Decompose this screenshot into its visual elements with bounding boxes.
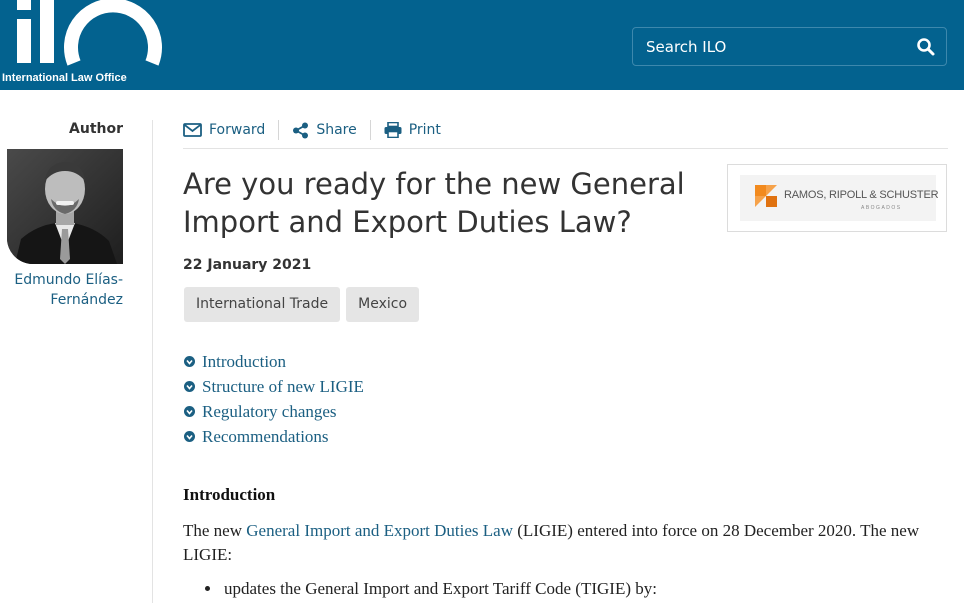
bullet-dot xyxy=(205,586,210,591)
author-photo xyxy=(7,149,123,264)
toc-item-structure[interactable]: Structure of new LIGIE xyxy=(184,374,364,399)
print-label: Print xyxy=(408,122,441,138)
sidebar-divider xyxy=(152,120,153,603)
search-box xyxy=(632,27,947,66)
tag-list: International Trade Mexico xyxy=(184,287,425,322)
share-icon xyxy=(293,122,309,138)
envelope-icon xyxy=(183,123,202,137)
arrow-circle-down-icon xyxy=(184,381,195,392)
author-heading: Author xyxy=(69,121,123,137)
firm-logo[interactable]: RAMOS, RIPOLL & SCHUSTER ABOGADOS xyxy=(727,164,947,232)
title-line2: Import and Export Duties Law? xyxy=(183,205,632,239)
toolbar-divider xyxy=(183,148,948,149)
print-button[interactable]: Print xyxy=(384,122,441,138)
bullet-list: updates the General Import and Export Ta… xyxy=(205,579,657,599)
search-input[interactable] xyxy=(633,28,903,65)
firm-logo-inner: RAMOS, RIPOLL & SCHUSTER ABOGADOS xyxy=(740,175,939,221)
author-name[interactable]: Edmundo Elías- Fernández xyxy=(0,270,123,310)
author-name-line2: Fernández xyxy=(50,292,123,308)
ligie-link[interactable]: General Import and Export Duties Law xyxy=(246,521,513,540)
toc-item-introduction[interactable]: Introduction xyxy=(184,349,364,374)
firm-mark-icon xyxy=(755,185,777,207)
toc-label: Introduction xyxy=(202,351,287,371)
author-avatar[interactable] xyxy=(7,149,123,264)
title-line1: Are you ready for the new General xyxy=(183,167,685,201)
share-label: Share xyxy=(316,122,357,138)
toc-item-recommendations[interactable]: Recommendations xyxy=(184,424,364,449)
logo-text: International Law Office xyxy=(2,72,127,84)
arrow-circle-down-icon xyxy=(184,431,195,442)
toolbar-separator xyxy=(278,120,280,140)
arrow-circle-down-icon xyxy=(184,356,195,367)
share-button[interactable]: Share xyxy=(292,122,357,139)
list-item: updates the General Import and Export Ta… xyxy=(205,579,657,599)
article-toolbar: Forward Share Print xyxy=(183,118,441,142)
para-text: The new xyxy=(183,521,247,540)
arrow-circle-down-icon xyxy=(184,406,195,417)
toc-item-regulatory-changes[interactable]: Regulatory changes xyxy=(184,399,364,424)
firm-name: RAMOS, RIPOLL & SCHUSTER xyxy=(784,189,939,201)
toc-label: Structure of new LIGIE xyxy=(202,376,364,396)
search-icon[interactable] xyxy=(916,37,936,57)
section-heading-introduction: Introduction xyxy=(183,485,276,504)
list-item-text: updates the General Import and Export Ta… xyxy=(224,579,657,598)
forward-label: Forward xyxy=(209,122,266,138)
article-date: 22 January 2021 xyxy=(183,257,312,273)
toc-label: Recommendations xyxy=(202,426,329,446)
ilo-logo[interactable]: International Law Office xyxy=(0,0,165,90)
forward-button[interactable]: Forward xyxy=(183,122,265,138)
table-of-contents: Introduction Structure of new LIGIE Regu… xyxy=(184,349,364,449)
site-header: International Law Office xyxy=(0,0,964,90)
intro-paragraph: The new General Import and Export Duties… xyxy=(183,519,948,567)
tag-international-trade[interactable]: International Trade xyxy=(184,287,341,322)
firm-subtitle: ABOGADOS xyxy=(861,205,902,211)
toc-label: Regulatory changes xyxy=(202,401,337,421)
author-name-line1: Edmundo Elías- xyxy=(14,272,123,288)
tag-mexico[interactable]: Mexico xyxy=(346,287,420,322)
printer-icon xyxy=(384,122,402,138)
toolbar-separator xyxy=(369,120,371,140)
article-title: Are you ready for the new General Import… xyxy=(183,165,703,241)
